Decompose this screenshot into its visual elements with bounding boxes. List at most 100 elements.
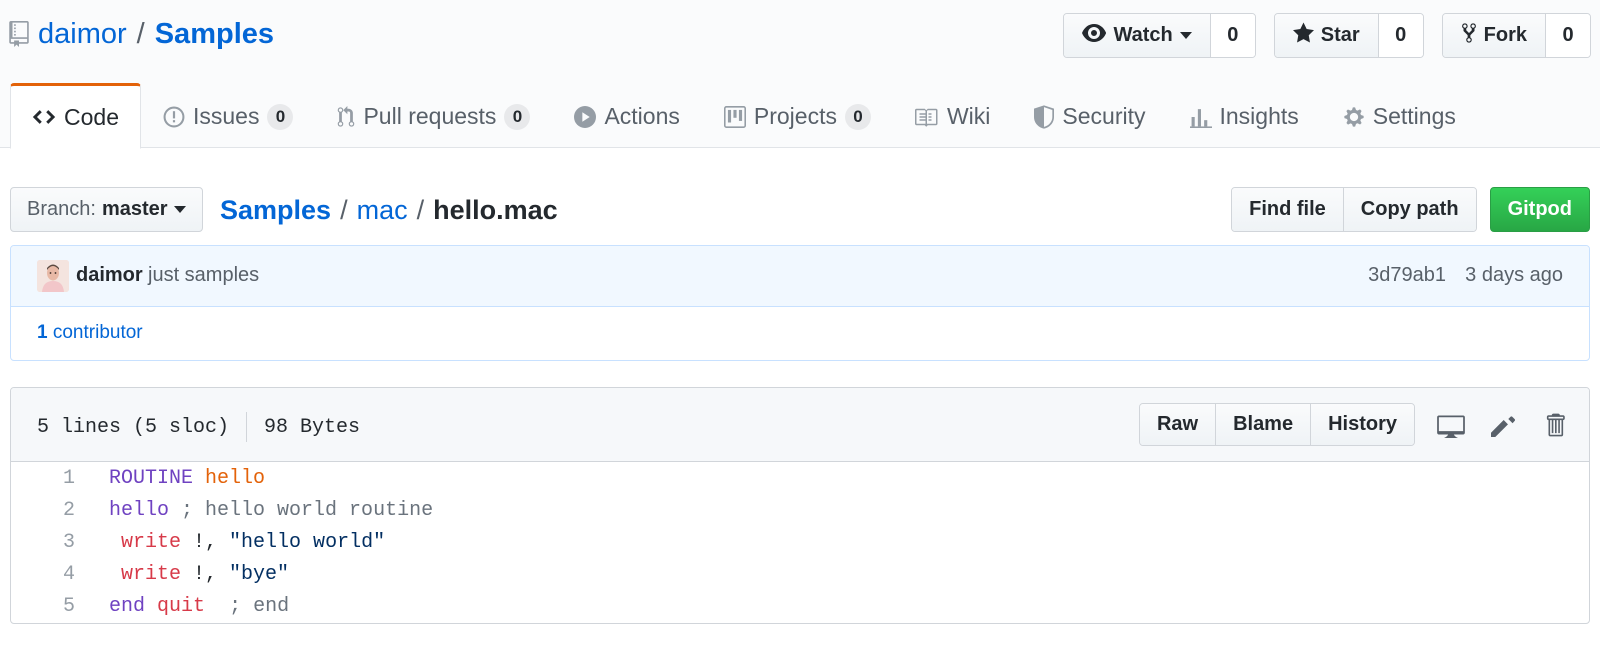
repo-owner-link[interactable]: daimor — [38, 18, 127, 51]
file-button-group: Find file Copy path — [1231, 187, 1477, 232]
desktop-icon[interactable] — [1435, 409, 1467, 441]
tab-label: Settings — [1372, 103, 1456, 129]
tab-security[interactable]: Security — [1012, 83, 1167, 148]
tab-projects[interactable]: Projects 0 — [702, 83, 893, 148]
breadcrumb-separator: / — [416, 194, 425, 225]
star-label: Star — [1320, 24, 1360, 46]
tab-pull-requests[interactable]: Pull requests 0 — [315, 83, 552, 148]
pull-requests-counter: 0 — [504, 103, 531, 130]
tab-label: Pull requests — [363, 103, 497, 129]
star-button[interactable]: Star — [1274, 14, 1379, 57]
repo-actions: Watch 0 Star 0 Fork 0 — [1063, 13, 1591, 58]
line-content: write !, "hello world" — [75, 527, 385, 559]
tab-label: Insights — [1219, 103, 1299, 129]
branch-select-button[interactable]: Branch: master — [10, 187, 203, 232]
contributors-link[interactable]: 1 contributor — [37, 322, 143, 344]
gitpod-button[interactable]: Gitpod — [1489, 187, 1590, 232]
tab-wiki[interactable]: Wiki — [893, 83, 1012, 148]
chevron-down-icon — [1179, 32, 1192, 39]
file-info-divider — [246, 412, 248, 442]
repo-name-link[interactable]: Samples — [155, 18, 274, 51]
file-view-button-group: Raw Blame History — [1138, 403, 1415, 446]
watch-button[interactable]: Watch — [1064, 14, 1211, 57]
code-line: 1 ROUTINE hello — [11, 463, 1589, 495]
book-icon — [914, 107, 939, 127]
fork-button[interactable]: Fork — [1442, 14, 1546, 57]
blame-button[interactable]: Blame — [1216, 404, 1312, 445]
file-size: 98 Bytes — [264, 415, 361, 439]
breadcrumb-separator: / — [340, 194, 348, 225]
line-number[interactable]: 1 — [11, 463, 75, 495]
file-info: 5 lines (5 sloc) 98 Bytes — [37, 412, 360, 442]
pencil-icon[interactable] — [1487, 409, 1519, 441]
commit-box: daimor just samples 3d79ab1 3 days ago 1… — [10, 245, 1590, 361]
latest-commit: daimor just samples 3d79ab1 3 days ago — [11, 246, 1589, 307]
projects-counter: 0 — [844, 103, 871, 130]
commit-sha-link[interactable]: 3d79ab1 — [1368, 264, 1446, 287]
breadcrumb-root-link[interactable]: Samples — [220, 195, 331, 226]
issue-icon — [163, 106, 185, 128]
tab-code[interactable]: Code — [10, 83, 141, 149]
code-token: !, — [181, 563, 230, 586]
code-view: 1 ROUTINE hello 2 hello ; hello world routi… — [11, 463, 1589, 623]
line-number[interactable]: 3 — [11, 527, 75, 559]
fork-label: Fork — [1483, 24, 1527, 46]
play-icon — [574, 105, 597, 128]
branch-name: master — [101, 198, 168, 220]
watch-group: Watch 0 — [1063, 13, 1256, 58]
watch-count[interactable]: 0 — [1210, 14, 1255, 57]
tab-issues[interactable]: Issues 0 — [141, 83, 315, 148]
star-count[interactable]: 0 — [1378, 14, 1423, 57]
raw-button[interactable]: Raw — [1139, 404, 1217, 445]
file-navigation: Branch: master Samples / mac / hello.mac… — [10, 187, 1590, 232]
tab-label: Projects — [753, 103, 837, 129]
code-icon — [32, 108, 56, 126]
repo-icon — [8, 21, 30, 47]
commit-time: 3 days ago — [1465, 264, 1563, 286]
fork-group: Fork 0 — [1441, 13, 1591, 58]
file-header: 5 lines (5 sloc) 98 Bytes Raw Blame Hist… — [11, 388, 1589, 462]
line-number[interactable]: 4 — [11, 559, 75, 591]
tab-label: Actions — [604, 103, 680, 129]
breadcrumb-folder-link[interactable]: mac — [357, 195, 408, 226]
star-icon — [1292, 22, 1314, 49]
tab-label: Code — [64, 103, 119, 130]
copy-path-button[interactable]: Copy path — [1343, 188, 1476, 231]
history-button[interactable]: History — [1311, 404, 1414, 445]
file-lines-info: 5 lines (5 sloc) — [37, 415, 230, 439]
repo-separator: / — [136, 17, 145, 50]
trash-icon[interactable] — [1539, 409, 1571, 441]
code-line: 3 write !, "hello world" — [11, 527, 1589, 559]
contributors-count: 1 — [37, 322, 48, 343]
graph-icon — [1189, 106, 1212, 128]
contributors-label: contributor — [52, 322, 143, 343]
shield-icon — [1034, 104, 1055, 129]
chevron-down-icon — [173, 206, 186, 213]
watch-label: Watch — [1113, 24, 1173, 46]
file-nav-buttons: Find file Copy path Gitpod — [1231, 187, 1590, 232]
avatar[interactable] — [37, 260, 69, 292]
branch-prefix: Branch: — [27, 198, 96, 220]
code-line: 4 write !, "bye" — [11, 559, 1589, 591]
gear-icon — [1343, 106, 1365, 128]
code-token: write — [121, 531, 182, 554]
tab-actions[interactable]: Actions — [552, 83, 701, 148]
file-viewer: 5 lines (5 sloc) 98 Bytes Raw Blame Hist… — [10, 387, 1590, 624]
star-group: Star 0 — [1273, 13, 1424, 58]
find-file-button[interactable]: Find file — [1232, 188, 1344, 231]
fork-count[interactable]: 0 — [1546, 14, 1590, 57]
commit-message[interactable]: just samples — [148, 264, 259, 287]
code-token: hello — [205, 467, 266, 490]
tab-settings[interactable]: Settings — [1321, 83, 1478, 148]
tab-insights[interactable]: Insights — [1168, 83, 1321, 148]
breadcrumb: Samples / mac / hello.mac — [220, 190, 558, 230]
code-token: hello — [109, 499, 170, 522]
commit-author-link[interactable]: daimor — [76, 264, 143, 287]
line-number[interactable]: 5 — [11, 591, 75, 623]
line-number[interactable]: 2 — [11, 495, 75, 527]
code-token: ; hello world routine — [181, 499, 434, 522]
